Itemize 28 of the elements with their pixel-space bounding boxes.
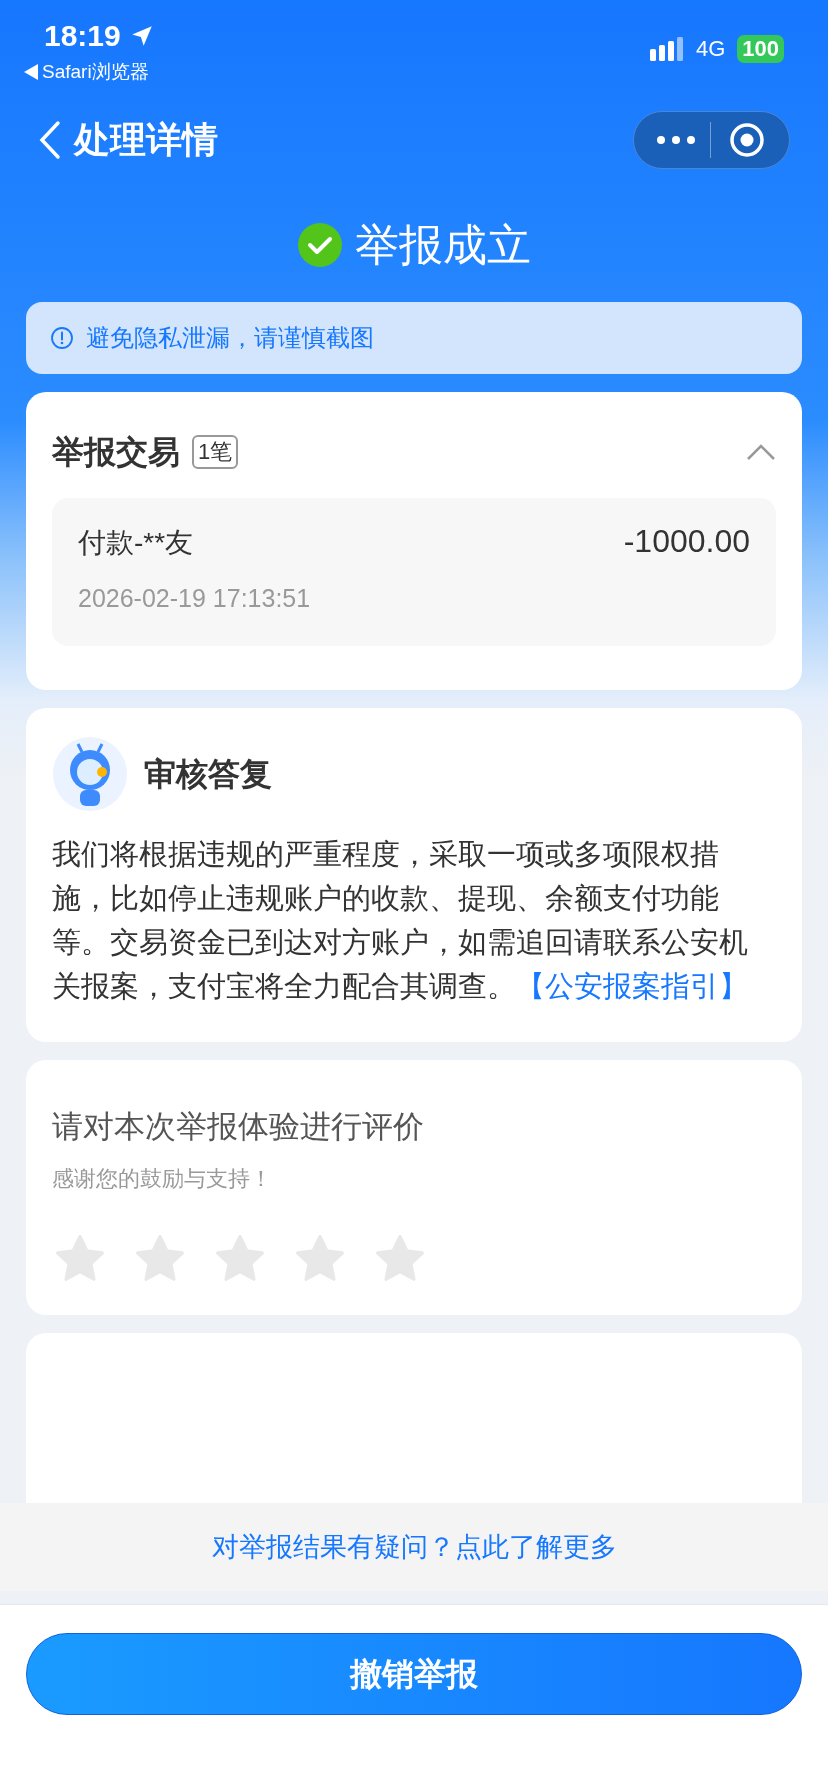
count-tag: 1笔 (192, 435, 239, 469)
back-app-link[interactable]: Safari浏览器 (42, 58, 149, 87)
card-title: 举报交易 (52, 433, 180, 472)
police-guide-link[interactable]: 【公安报案指引】 (516, 969, 748, 1002)
battery-indicator: 100 (737, 34, 784, 63)
signal-icon (649, 36, 684, 61)
notice-text: 避免隐私泄漏，请谨慎截图 (86, 323, 374, 353)
back-triangle-icon[interactable] (24, 64, 38, 81)
reply-text: 我们将根据违规的严重程度，采取一项或多项限权措施，比如停止违规账户的收款、提现、余额支付功能等。交易资金已到达对方账户，如需追回请联系公安机关报案，支付宝将全力配合其调查。【公安报案指引】 (52, 836, 749, 1004)
network-label: 4G (695, 35, 726, 63)
status-time: 18:19 (44, 18, 121, 54)
page-title: 处理详情 (74, 118, 218, 162)
info-icon (50, 326, 74, 350)
robot-avatar-icon (52, 735, 128, 812)
transaction-item[interactable]: 付款-**友 -1000.00 2026-02-19 17:13:51 (52, 498, 776, 646)
result-title: 举报成立 (355, 219, 531, 271)
more-icon[interactable] (656, 135, 696, 145)
collapse-chevron-icon[interactable] (746, 443, 776, 461)
cancel-report-button[interactable]: 撤销举报 (26, 1633, 802, 1715)
rating-subtitle: 感谢您的鼓励与支持！ (52, 1165, 273, 1193)
transaction-time: 2026-02-19 17:13:51 (78, 583, 312, 614)
reply-title: 审核答复 (144, 754, 272, 794)
check-circle-icon (297, 222, 343, 268)
close-icon[interactable] (729, 122, 765, 158)
back-chevron-icon[interactable] (38, 120, 62, 160)
rating-title: 请对本次举报体验进行评价 (52, 1107, 425, 1146)
transaction-amount: -1000.00 (622, 522, 750, 560)
transaction-name: 付款-**友 (78, 526, 194, 560)
